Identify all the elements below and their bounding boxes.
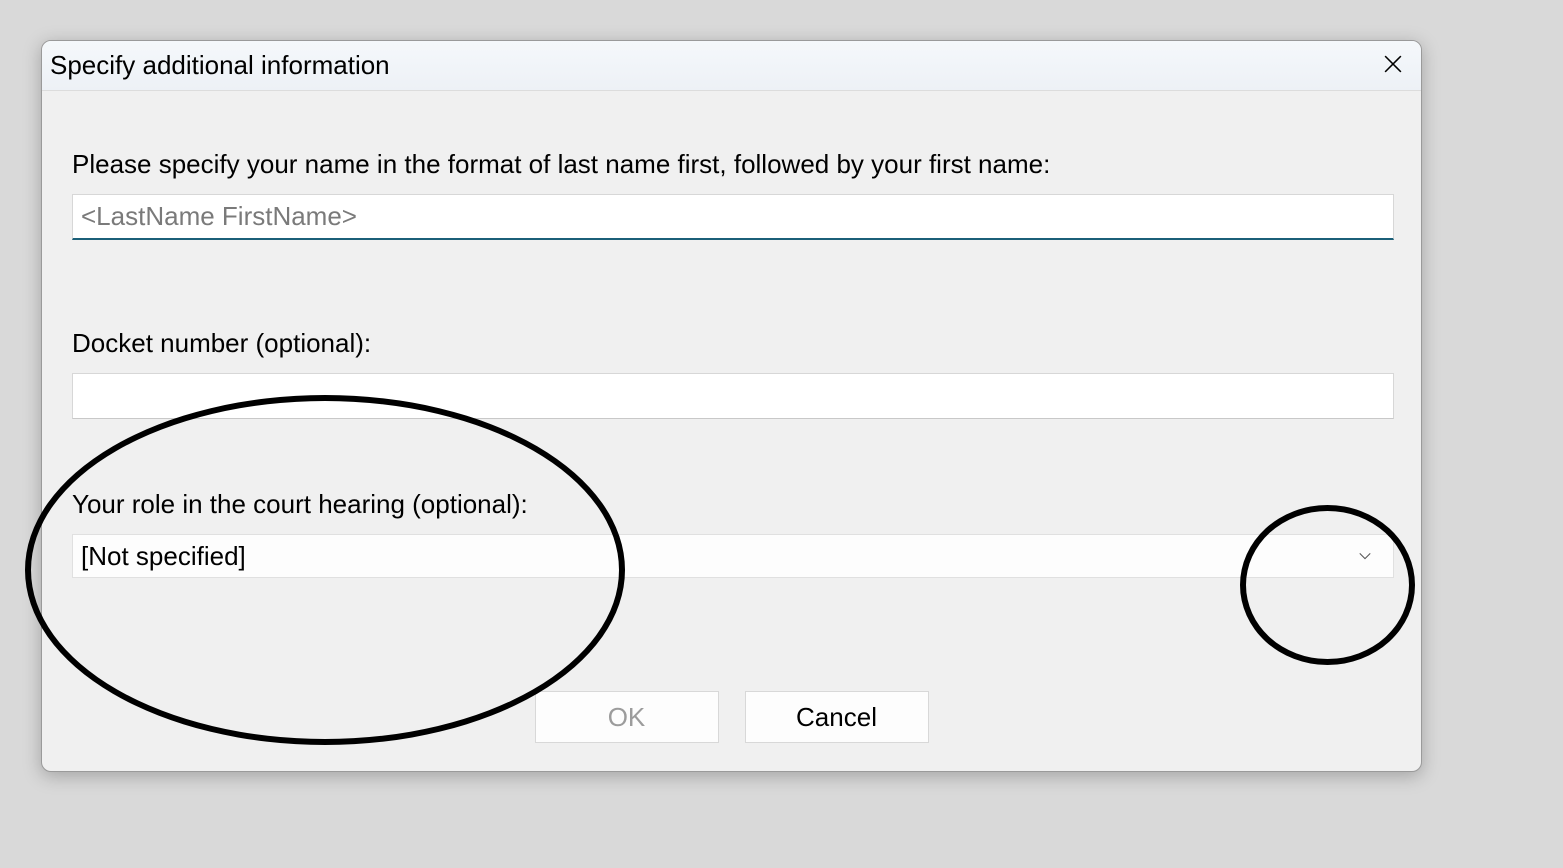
titlebar: Specify additional information bbox=[42, 41, 1421, 91]
dialog-specify-additional-information: Specify additional information Please sp… bbox=[41, 40, 1422, 772]
role-select[interactable]: [Not specified] bbox=[72, 534, 1394, 578]
name-label: Please specify your name in the format o… bbox=[72, 149, 1391, 180]
close-icon bbox=[1384, 55, 1402, 76]
role-label: Your role in the court hearing (optional… bbox=[72, 489, 1391, 520]
button-row: OK Cancel bbox=[42, 691, 1421, 743]
cancel-button[interactable]: Cancel bbox=[745, 691, 929, 743]
name-input[interactable] bbox=[72, 194, 1394, 240]
ok-button[interactable]: OK bbox=[535, 691, 719, 743]
role-select-value: [Not specified] bbox=[81, 541, 246, 572]
dialog-content: Please specify your name in the format o… bbox=[42, 91, 1421, 578]
docket-label: Docket number (optional): bbox=[72, 328, 1391, 359]
dialog-title: Specify additional information bbox=[48, 50, 390, 81]
close-button[interactable] bbox=[1371, 46, 1415, 86]
chevron-down-icon bbox=[1345, 536, 1385, 576]
docket-input[interactable] bbox=[72, 373, 1394, 419]
